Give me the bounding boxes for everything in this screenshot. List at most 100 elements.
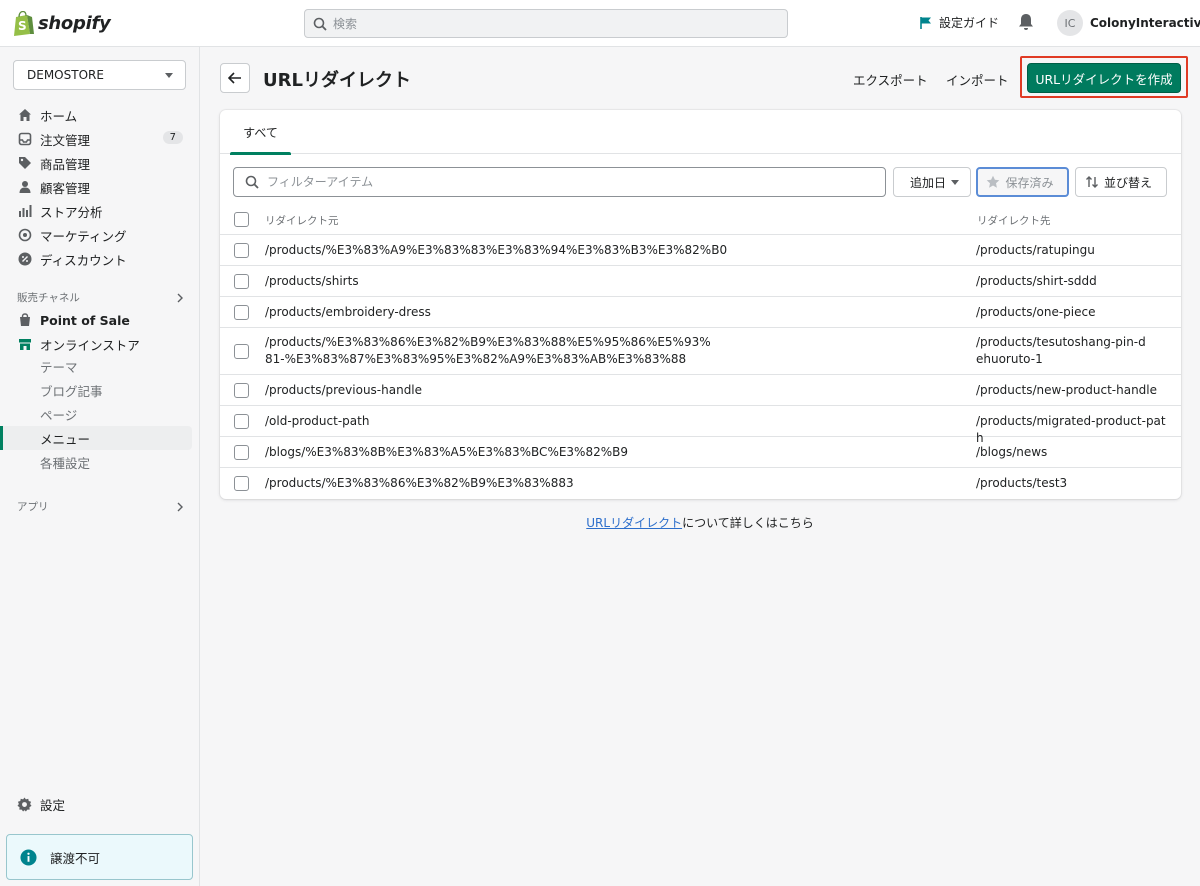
nav-item-home[interactable]: ホーム [0, 103, 200, 127]
sort-icon [1085, 176, 1098, 188]
row-checkbox[interactable] [234, 344, 249, 359]
shopify-logo[interactable]: S shopify [12, 10, 111, 36]
sub-item-menus[interactable]: メニュー [0, 426, 192, 450]
page-title: URLリダイレクト [263, 70, 411, 91]
table-row[interactable]: /old-product-path /products/migrated-pro… [220, 406, 1181, 445]
row-checkbox[interactable] [234, 243, 249, 258]
table-row[interactable]: /products/%E3%83%86%E3%82%B9%E3%83%883 /… [220, 468, 1181, 499]
create-url-redirect-button[interactable]: URLリダイレクトを作成 [1027, 63, 1181, 93]
table-row[interactable]: /products/shirts /products/shirt-sddd [220, 266, 1181, 297]
non-transferable-notice[interactable]: 譲渡不可 [6, 834, 193, 880]
redirect-to: /products/tesutoshang-pin-dehuoruto-1 [976, 335, 1146, 366]
svg-text:S: S [18, 19, 27, 33]
redirect-from[interactable]: /products/embroidery-dress [265, 304, 955, 321]
caret-down-icon [951, 179, 959, 185]
nav-label: 注文管理 [40, 132, 91, 148]
redirect-from[interactable]: /products/%E3%83%A9%E3%83%83%E3%83%94%E3… [265, 242, 955, 259]
redirect-from[interactable]: /products/%E3%83%86%E3%82%B9%E3%83%883 [265, 475, 955, 492]
nav-item-point-of-sale[interactable]: Point of Sale [0, 308, 200, 332]
person-icon [17, 179, 33, 195]
export-button[interactable]: エクスポート [853, 70, 928, 89]
online-store-subnav: テーマ ブログ記事 ページ メニュー 各種設定 [0, 354, 200, 474]
table-row[interactable]: /products/%E3%83%86%E3%82%B9%E3%83%88%E5… [220, 328, 1181, 375]
saved-label: 保存済み [1005, 175, 1054, 190]
added-date-dropdown[interactable]: 追加日 [893, 167, 971, 197]
filter-field[interactable] [233, 167, 886, 197]
caret-down-icon [165, 72, 173, 78]
nav-label: ストア分析 [40, 204, 103, 220]
tab-all[interactable]: すべて [230, 110, 291, 155]
row-checkbox[interactable] [234, 274, 249, 289]
redirect-to: /products/shirt-sddd [976, 274, 1097, 288]
apps-label: アプリ [17, 501, 49, 513]
back-button[interactable] [220, 63, 250, 93]
bell-icon [1019, 14, 1033, 30]
nav-label: オンラインストア [40, 337, 140, 353]
nav-item-discounts[interactable]: ディスカウント [0, 247, 200, 271]
user-menu[interactable]: IC ColonyInteractive [1057, 10, 1200, 36]
sales-channels-label: 販売チャネル [17, 292, 80, 304]
tag-icon [17, 155, 33, 171]
saved-button[interactable]: 保存済み [976, 167, 1069, 197]
nav-item-settings[interactable]: 設定 [17, 795, 65, 814]
nav-item-products[interactable]: 商品管理 [0, 151, 200, 175]
table-row[interactable]: /products/%E3%83%A9%E3%83%83%E3%83%94%E3… [220, 235, 1181, 266]
table-row[interactable]: /blogs/%E3%83%8B%E3%83%A5%E3%83%BC%E3%82… [220, 437, 1181, 468]
nav-item-analytics[interactable]: ストア分析 [0, 199, 200, 223]
nav-item-customers[interactable]: 顧客管理 [0, 175, 200, 199]
redirect-from[interactable]: /products/%E3%83%86%E3%82%B9%E3%83%88%E5… [265, 334, 715, 368]
redirect-from[interactable]: /products/previous-handle [265, 382, 955, 399]
apps-header[interactable]: アプリ [17, 499, 183, 514]
notifications-button[interactable] [1018, 13, 1034, 35]
search-input[interactable] [333, 16, 733, 31]
sub-item-pages[interactable]: ページ [0, 402, 200, 426]
import-button[interactable]: インポート [946, 70, 1009, 89]
row-checkbox[interactable] [234, 305, 249, 320]
shopify-bag-icon: S [14, 10, 34, 36]
setup-guide-link[interactable]: 設定ガイド [919, 14, 999, 31]
nav-label: マーケティング [40, 228, 127, 244]
top-bar: S shopify 設定ガイド IC ColonyInteractive [0, 0, 1200, 47]
settings-label: 設定 [40, 798, 66, 813]
sub-item-themes[interactable]: テーマ [0, 354, 200, 378]
bar-chart-icon [17, 203, 33, 219]
nav-item-marketing[interactable]: マーケティング [0, 223, 200, 247]
global-search[interactable] [304, 9, 788, 38]
store-selector[interactable]: DEMOSTORE [13, 60, 186, 90]
redirect-to: /products/ratupingu [976, 243, 1095, 257]
tabs: すべて [220, 110, 1181, 155]
table-row[interactable]: /products/embroidery-dress /products/one… [220, 297, 1181, 328]
select-all-checkbox[interactable] [234, 212, 249, 227]
row-checkbox[interactable] [234, 383, 249, 398]
nav-label: Point of Sale [40, 312, 130, 328]
target-icon [17, 227, 33, 243]
orders-count-badge: 7 [162, 131, 183, 144]
row-checkbox[interactable] [234, 445, 249, 460]
nav-item-online-store[interactable]: オンラインストア [0, 332, 200, 356]
filter-input[interactable] [267, 175, 847, 189]
sub-item-preferences[interactable]: 各種設定 [0, 450, 200, 474]
sales-channels-header[interactable]: 販売チャネル [17, 290, 183, 305]
col-header-to: リダイレクト先 [977, 215, 1051, 227]
learn-more-link[interactable]: URLリダイレクト [586, 516, 682, 530]
logo-text: shopify [38, 12, 111, 34]
row-checkbox[interactable] [234, 414, 249, 429]
table-row[interactable]: /products/previous-handle /products/new-… [220, 375, 1181, 406]
row-checkbox[interactable] [234, 476, 249, 491]
home-icon [17, 107, 33, 123]
sub-item-blog-posts[interactable]: ブログ記事 [0, 378, 200, 402]
sort-button[interactable]: 並び替え [1075, 167, 1167, 197]
redirect-from[interactable]: /blogs/%E3%83%8B%E3%83%A5%E3%83%BC%E3%82… [265, 444, 955, 461]
nav-item-orders[interactable]: 注文管理 7 [0, 127, 200, 151]
discount-icon [17, 251, 33, 267]
nav-label: 商品管理 [40, 156, 91, 172]
redirect-from[interactable]: /products/shirts [265, 273, 955, 290]
sort-label: 並び替え [1103, 175, 1152, 190]
table-header: リダイレクト元 リダイレクト先 [220, 205, 1181, 235]
avatar: IC [1057, 10, 1083, 36]
redirect-to: /products/new-product-handle [976, 383, 1158, 397]
nav-label: 顧客管理 [40, 180, 91, 196]
arrow-left-icon [228, 72, 241, 84]
redirect-from[interactable]: /old-product-path [265, 413, 955, 430]
user-name: ColonyInteractive [1090, 16, 1200, 30]
